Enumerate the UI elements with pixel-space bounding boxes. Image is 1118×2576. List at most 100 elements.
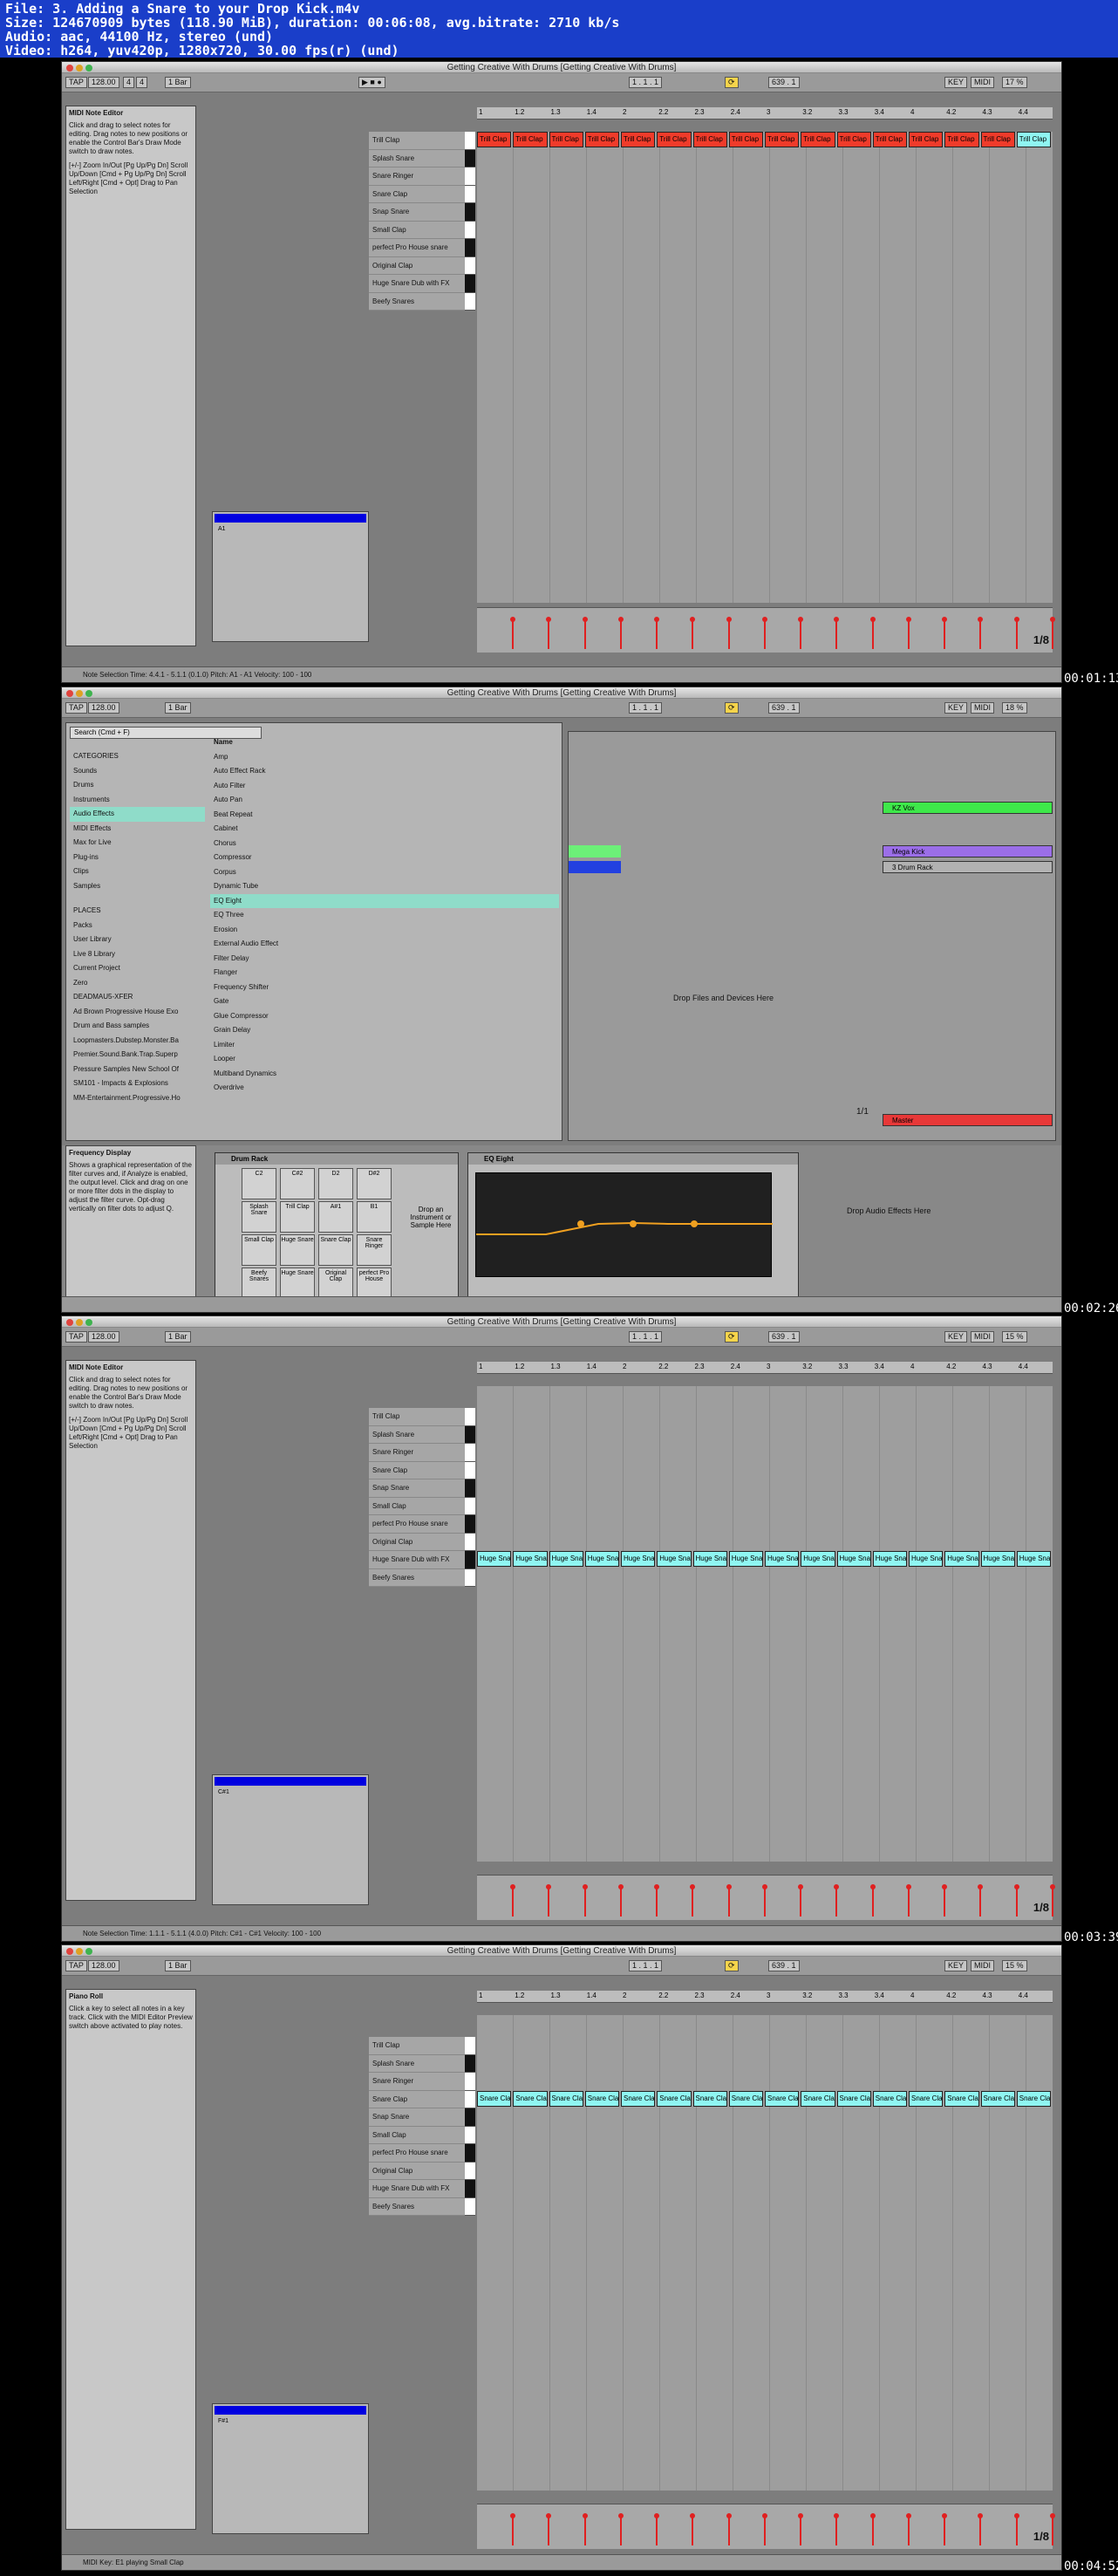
velocity-marker[interactable] [546,617,552,649]
track-master[interactable]: Master [883,1114,1053,1126]
velocity-marker[interactable] [905,617,911,649]
effect-item[interactable]: Filter Delay [210,952,559,967]
drum-pad[interactable]: Original Clap [318,1268,353,1299]
velocity-marker[interactable] [1049,617,1055,649]
place-item[interactable]: Ad Brown Progressive House Exo [70,1005,205,1020]
drum-pad[interactable]: Splash Snare [242,1201,276,1233]
velocity-marker[interactable] [582,617,588,649]
quantize-menu[interactable]: 1 Bar [165,1960,191,1971]
midi-note[interactable]: Snare Cla [513,2090,548,2107]
piano-key[interactable] [465,1497,475,1515]
piano-key[interactable] [465,2108,475,2127]
tempo-field[interactable]: 128.00 [88,77,119,88]
piano-key[interactable] [465,1551,475,1569]
minimize-button[interactable] [76,1319,83,1326]
piano-key[interactable] [465,149,475,167]
velocity-marker[interactable] [798,2513,803,2545]
effect-item[interactable]: Auto Filter [210,779,559,794]
minimize-button[interactable] [76,690,83,697]
effect-item[interactable]: Cabinet [210,822,559,837]
close-button[interactable] [66,65,73,72]
velocity-marker[interactable] [690,1884,696,1917]
midi-map-button[interactable]: MIDI [971,77,994,88]
midi-note[interactable]: Snare Cla [765,2090,800,2107]
midi-note[interactable]: Huge Sna [765,1551,800,1567]
clip-green[interactable] [569,845,621,858]
midi-note[interactable]: Snare Cla [657,2090,692,2107]
effect-item[interactable]: Multiband Dynamics [210,1067,559,1082]
velocity-marker[interactable] [834,2513,840,2545]
piano-key[interactable] [465,2073,475,2091]
zoom-button[interactable] [85,690,92,697]
piano-keys[interactable] [465,1408,475,1587]
piano-key[interactable] [465,2197,475,2216]
loop-length-field[interactable]: 639 . 1 [768,1960,800,1971]
midi-note[interactable]: Snare Cla [584,2090,619,2107]
play-button[interactable]: ▶ ■ ● [358,77,385,88]
loop-button[interactable]: ⟳ [725,702,739,714]
key-map-button[interactable]: KEY [944,702,968,714]
key-map-button[interactable]: KEY [944,1331,968,1343]
velocity-editor[interactable] [477,1875,1055,1920]
midi-note[interactable]: Trill Clap [980,132,1015,147]
velocity-marker[interactable] [726,1884,732,1917]
velocity-marker[interactable] [617,1884,624,1917]
timeline-ruler[interactable]: 1 1.2 1.3 1.4 2 2.2 2.3 2.4 3 3.2 3.3 3.4 4 4.2 4.3 4.4 [477,107,1053,120]
midi-note[interactable]: Huge Sna [944,1551,979,1567]
piano-key[interactable] [465,1515,475,1534]
piano-key[interactable] [465,1568,475,1587]
velocity-marker[interactable] [582,2513,588,2545]
eq-band-3[interactable] [691,1220,698,1227]
velocity-marker[interactable] [617,2513,624,2545]
tap-button[interactable]: TAP [65,77,87,88]
velocity-marker[interactable] [761,617,767,649]
tap-button[interactable]: TAP [65,1960,87,1971]
velocity-marker[interactable] [726,2513,732,2545]
place-item[interactable]: Pressure Samples New School Of [70,1063,205,1077]
piano-key[interactable] [465,239,475,257]
velocity-marker[interactable] [510,1884,515,1917]
velocity-marker[interactable] [582,1884,588,1917]
piano-key[interactable] [465,2162,475,2180]
place-item[interactable]: SM101 - Impacts & Explosions [70,1076,205,1091]
velocity-marker[interactable] [978,617,984,649]
velocity-marker[interactable] [761,1884,767,1917]
midi-note[interactable]: Trill Clap [621,132,656,147]
category-item[interactable]: Samples [70,879,205,894]
effect-item[interactable]: Overdrive [210,1081,559,1096]
midi-note[interactable]: Huge Sna [477,1551,512,1567]
zoom-button[interactable] [85,65,92,72]
velocity-marker[interactable] [942,2513,947,2545]
velocity-marker[interactable] [834,617,840,649]
key-map-button[interactable]: KEY [944,1960,968,1971]
effect-item[interactable]: Gate [210,994,559,1009]
effect-item[interactable]: Compressor [210,851,559,865]
velocity-marker[interactable] [761,2513,767,2545]
velocity-marker[interactable] [834,1884,840,1917]
effect-item[interactable]: Dynamic Tube [210,879,559,894]
timeline-ruler[interactable]: 1 1.2 1.3 1.4 2 2.2 2.3 2.4 3 3.2 3.3 3.4 4 4.2 4.3 4.4 [477,1362,1053,1374]
close-button[interactable] [66,690,73,697]
drum-pad[interactable]: Snare Ringer [357,1234,392,1266]
effect-item[interactable]: Auto Pan [210,793,559,808]
velocity-marker[interactable] [510,2513,515,2545]
clip-blue[interactable] [569,861,621,873]
place-item[interactable]: MM-Entertainment.Progressive.Ho [70,1091,205,1106]
velocity-marker[interactable] [654,617,659,649]
loop-button[interactable]: ⟳ [725,1960,739,1971]
midi-note[interactable]: Huge Sna [657,1551,692,1567]
effect-item[interactable]: Auto Effect Rack [210,764,559,779]
category-item[interactable]: MIDI Effects [70,822,205,837]
midi-note[interactable]: Trill Clap [584,132,619,147]
velocity-marker[interactable] [617,617,624,649]
position-field[interactable]: 1 . 1 . 1 [629,1960,663,1971]
velocity-marker[interactable] [690,617,696,649]
piano-key[interactable] [465,1479,475,1498]
midi-note[interactable]: Snare Cla [692,2090,727,2107]
piano-key[interactable] [465,185,475,203]
sig-den-field[interactable]: 4 [136,77,148,88]
place-item[interactable]: Live 8 Library [70,947,205,962]
quantize-menu[interactable]: 1 Bar [165,702,191,714]
piano-key[interactable] [465,275,475,293]
midi-note[interactable]: Trill Clap [872,132,907,147]
